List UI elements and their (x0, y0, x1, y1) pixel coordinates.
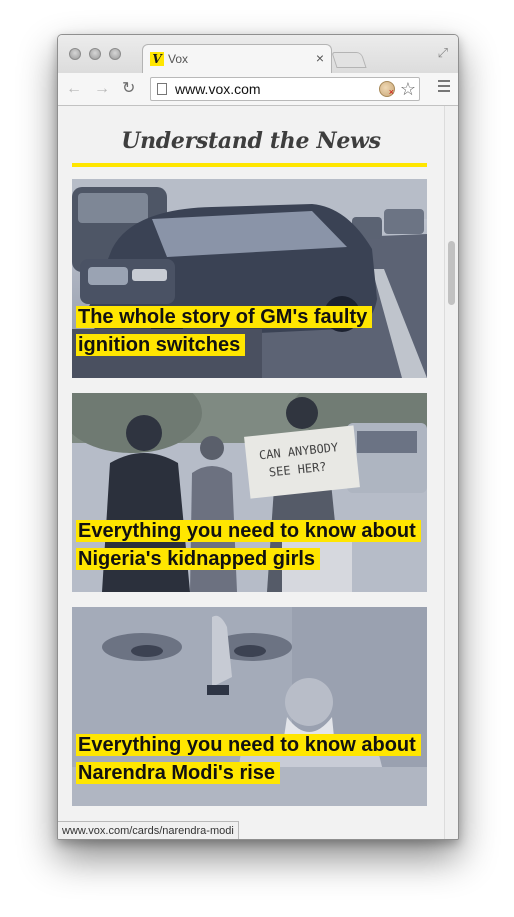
close-window-button[interactable] (69, 48, 81, 60)
card-title[interactable]: Everything you need to know about Narend… (76, 731, 421, 787)
reload-button[interactable]: ↻ (122, 79, 135, 99)
page-icon (157, 83, 167, 95)
extension-blocked-icon[interactable]: × (379, 81, 395, 97)
browser-window: V Vox × ⤢ ← → ↻ www.vox.com × ☆ Understa… (57, 34, 459, 840)
scrollbar-thumb[interactable] (448, 241, 455, 305)
card-title[interactable]: The whole story of GM's faulty ignition … (76, 303, 416, 359)
tab-close-icon[interactable]: × (316, 51, 324, 65)
menu-icon[interactable] (438, 80, 450, 95)
news-card-nigeria[interactable]: CAN ANYBODY SEE HER? Everything you need… (72, 393, 427, 592)
zoom-window-button[interactable] (109, 48, 121, 60)
vertical-scrollbar[interactable] (444, 106, 458, 839)
new-tab-button[interactable] (331, 52, 367, 68)
news-card-gm[interactable]: The whole story of GM's faulty ignition … (72, 179, 427, 378)
tab-title: Vox (168, 52, 189, 66)
news-card-modi[interactable]: Everything you need to know about Narend… (72, 607, 427, 806)
back-button[interactable]: ← (66, 79, 82, 99)
title-bar: V Vox × ⤢ (58, 35, 458, 74)
vox-favicon-icon: V (150, 52, 164, 66)
browser-toolbar: ← → ↻ www.vox.com × ☆ (58, 73, 458, 106)
section-rule (72, 163, 427, 167)
bookmark-star-icon[interactable]: ☆ (400, 79, 416, 99)
section-title: Understand the News (121, 128, 381, 154)
address-bar[interactable]: www.vox.com × ☆ (150, 77, 420, 101)
tab-vox[interactable]: V Vox × (142, 44, 332, 74)
card-title[interactable]: Everything you need to know about Nigeri… (76, 517, 421, 573)
minimize-window-button[interactable] (89, 48, 101, 60)
status-bar-url: www.vox.com/cards/narendra-modi (58, 821, 239, 839)
fullscreen-icon[interactable]: ⤢ (438, 45, 448, 61)
url-text[interactable]: www.vox.com (175, 81, 261, 97)
page-viewport: Understand the News The whole story of G… (58, 106, 444, 839)
forward-button[interactable]: → (94, 79, 110, 99)
